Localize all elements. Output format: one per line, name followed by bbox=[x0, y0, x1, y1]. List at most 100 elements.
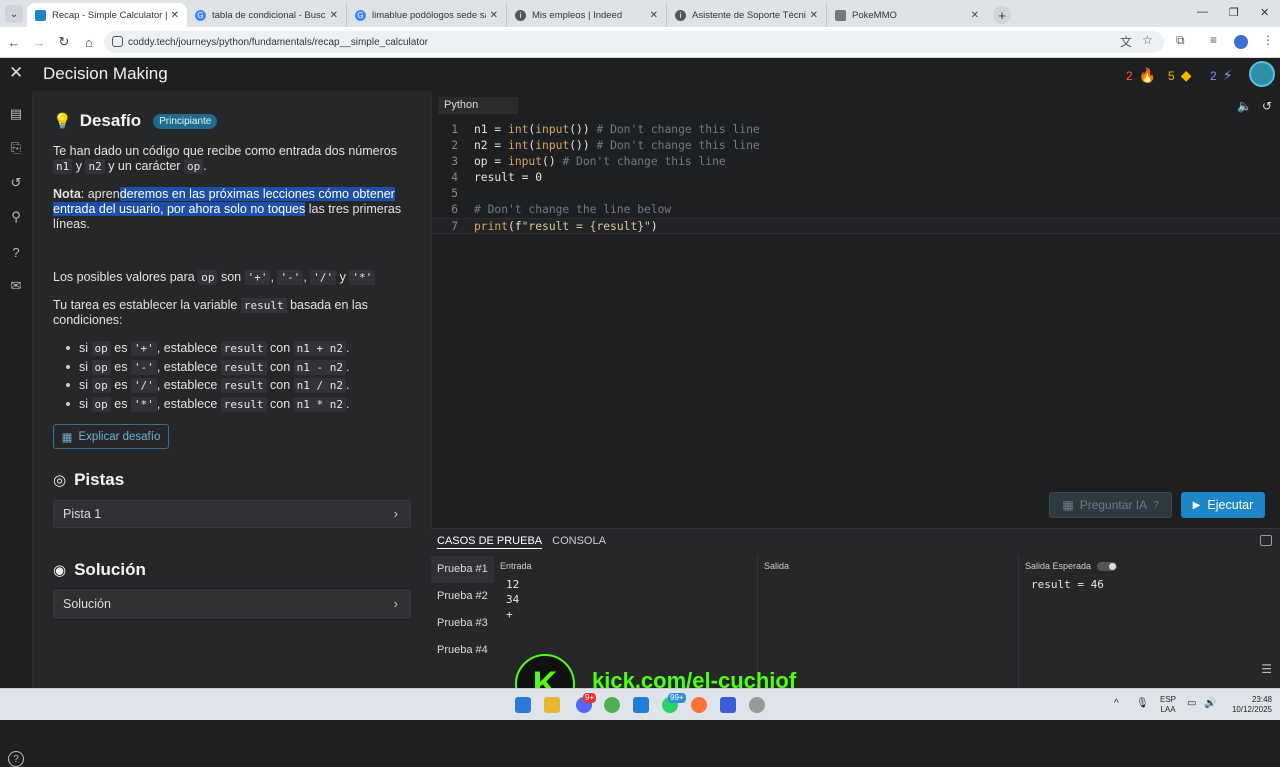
reset-code-icon[interactable]: ↺ bbox=[1262, 99, 1272, 113]
rule-item: si op es '+', establece result con n1 + … bbox=[53, 339, 415, 358]
energy-count: 2 bbox=[1210, 68, 1217, 83]
test-case-item[interactable]: Prueba #1 bbox=[431, 556, 494, 583]
browser-tab-6[interactable]: PokeMMO ✕ bbox=[827, 3, 987, 27]
close-tab-icon[interactable]: ✕ bbox=[971, 10, 979, 21]
address-bar[interactable]: coddy.tech/journeys/python/fundamentals/… bbox=[104, 31, 1164, 53]
list-icon[interactable]: ☰ bbox=[1261, 662, 1272, 676]
code-line[interactable]: 6 # Don't change the line below bbox=[432, 202, 1280, 218]
notes-icon[interactable]: ⎘ bbox=[7, 139, 25, 157]
editor-toolbar: 🔈 ↺ bbox=[1237, 99, 1272, 113]
close-window-icon[interactable]: ✕ bbox=[1260, 6, 1269, 19]
tab-title: limablue podólogos sede san n bbox=[372, 9, 486, 21]
chevron-right-icon: › bbox=[393, 506, 398, 521]
network-icon[interactable]: ▭ bbox=[1187, 699, 1196, 709]
tab-test-cases[interactable]: CASOS DE PRUEBA bbox=[437, 535, 543, 549]
code-line[interactable]: 5 bbox=[432, 186, 1280, 202]
feedback-icon[interactable]: ✉ bbox=[7, 277, 25, 295]
app-icon[interactable] bbox=[720, 697, 736, 713]
test-case-item[interactable]: Prueba #4 bbox=[431, 637, 494, 664]
question-icon: ? bbox=[1153, 499, 1159, 511]
new-tab-icon[interactable]: + bbox=[993, 6, 1011, 24]
clock-date: 10/12/2025 bbox=[1231, 705, 1272, 714]
reading-list-icon[interactable]: ≡ bbox=[1210, 33, 1217, 47]
code-line[interactable]: 1 n1 = int(input()) # Don't change this l… bbox=[432, 122, 1280, 138]
history-icon[interactable]: ↺ bbox=[7, 174, 25, 192]
code-line[interactable]: 4 result = 0 bbox=[432, 170, 1280, 186]
browser-tab-1[interactable]: Recap - Simple Calculator | Pyt ✕ bbox=[27, 3, 187, 27]
rule-con: con bbox=[270, 341, 291, 355]
restore-icon[interactable]: ❐ bbox=[1229, 6, 1239, 19]
streak-stat[interactable]: 2 🔥 bbox=[1126, 67, 1156, 84]
possible-values: Los posibles valores para op son '+', '-… bbox=[53, 270, 415, 285]
rule-op: '+' bbox=[130, 341, 157, 356]
extensions-icon[interactable]: ⧉ bbox=[1176, 33, 1185, 48]
help-icon[interactable]: ? bbox=[8, 751, 24, 767]
firefox-icon[interactable] bbox=[691, 697, 707, 713]
file-explorer-icon[interactable] bbox=[544, 697, 560, 713]
translate-icon[interactable]: 文 bbox=[1120, 33, 1132, 50]
ask-ai-button[interactable]: ▦ Preguntar IA ? bbox=[1049, 492, 1172, 518]
clock[interactable]: 23:48 10/12/2025 bbox=[1222, 695, 1272, 715]
hints-title: Pistas bbox=[74, 470, 125, 489]
help-bubble-icon[interactable]: ? bbox=[7, 243, 25, 261]
forward-icon[interactable]: → bbox=[28, 31, 50, 53]
code-result: result bbox=[240, 298, 287, 313]
browser-tab-3[interactable]: G limablue podólogos sede san n ✕ bbox=[347, 3, 507, 27]
solution-accordion[interactable]: Solución › bbox=[53, 590, 411, 618]
close-tab-icon[interactable]: ✕ bbox=[810, 10, 818, 21]
solution-label: Solución bbox=[63, 597, 111, 611]
tray-chevron-icon[interactable]: ^ bbox=[1114, 699, 1119, 709]
code-op: op bbox=[198, 270, 218, 285]
rule-si: si bbox=[79, 378, 89, 393]
chrome-icon[interactable] bbox=[604, 697, 620, 713]
language-indicator[interactable]: ESP LAA bbox=[1156, 695, 1180, 715]
code-line[interactable]: 3 op = input() # Don't change this line bbox=[432, 154, 1280, 170]
site-info-icon[interactable] bbox=[112, 36, 123, 47]
steam-icon[interactable] bbox=[749, 697, 765, 713]
close-tab-icon[interactable]: ✕ bbox=[171, 10, 179, 21]
gems-stat[interactable]: 5 ◆ bbox=[1168, 67, 1191, 84]
collapse-panel-icon[interactable] bbox=[1260, 535, 1272, 546]
user-avatar[interactable] bbox=[1249, 61, 1275, 87]
intro-end: . bbox=[203, 159, 207, 173]
explain-challenge-button[interactable]: ▦ Explicar desafío bbox=[53, 424, 169, 449]
lang-code: ESP bbox=[1159, 695, 1176, 704]
bookmark-star-icon[interactable]: ☆ bbox=[1142, 33, 1153, 47]
back-icon[interactable]: ← bbox=[3, 31, 25, 53]
test-case-item[interactable]: Prueba #2 bbox=[431, 583, 494, 610]
volume-icon[interactable]: 🔊 bbox=[1204, 699, 1216, 709]
hint-1-accordion[interactable]: Pista 1 › bbox=[53, 500, 411, 528]
browser-menu-icon[interactable]: ⋮ bbox=[1262, 33, 1274, 47]
close-lesson-icon[interactable]: ✕ bbox=[9, 63, 23, 83]
start-icon[interactable] bbox=[515, 697, 531, 713]
microphone-icon[interactable]: 🎙 bbox=[1136, 699, 1149, 709]
browser-tab-bar: ⌄ Recap - Simple Calculator | Pyt ✕ G ta… bbox=[0, 0, 1280, 27]
browser-tab-4[interactable]: i Mis empleos | Indeed ✕ bbox=[507, 3, 667, 27]
profile-avatar-icon[interactable] bbox=[1234, 35, 1248, 49]
code-lines[interactable]: 1 n1 = int(input()) # Don't change this l… bbox=[432, 122, 1280, 234]
tab-console[interactable]: CONSOLA bbox=[552, 535, 606, 549]
energy-stat[interactable]: 2 ⚡ bbox=[1210, 67, 1233, 84]
language-tab[interactable]: Python bbox=[438, 97, 518, 114]
rule-op: '/' bbox=[130, 378, 157, 394]
search-icon[interactable]: ⚲ bbox=[7, 208, 25, 226]
sound-icon[interactable]: 🔈 bbox=[1237, 99, 1252, 113]
code-line-current[interactable]: 7 print(f"result = {result}") bbox=[432, 218, 1280, 234]
close-tab-icon[interactable]: ✕ bbox=[650, 10, 658, 21]
vscode-icon[interactable] bbox=[633, 697, 649, 713]
code-line[interactable]: 2 n2 = int(input()) # Don't change this l… bbox=[432, 138, 1280, 154]
minimize-icon[interactable]: — bbox=[1197, 6, 1208, 18]
reload-icon[interactable]: ↻ bbox=[53, 31, 75, 53]
close-tab-icon[interactable]: ✕ bbox=[490, 10, 498, 21]
browser-tab-2[interactable]: G tabla de condicional - Buscar c ✕ bbox=[187, 3, 347, 27]
solution-heading: ◉ Solución bbox=[53, 560, 146, 580]
code-editor[interactable]: Python 🔈 ↺ 1 n1 = int(input()) # Don't ch… bbox=[431, 91, 1280, 528]
test-case-item[interactable]: Prueba #3 bbox=[431, 610, 494, 637]
browser-tab-5[interactable]: i Asistente de Soporte Técnico - ✕ bbox=[667, 3, 827, 27]
lesson-icon[interactable]: ▤ bbox=[7, 105, 25, 123]
home-icon[interactable]: ⌂ bbox=[78, 31, 100, 53]
tab-search-icon[interactable]: ⌄ bbox=[5, 5, 23, 23]
close-tab-icon[interactable]: ✕ bbox=[330, 10, 338, 21]
run-button[interactable]: ▶ Ejecutar bbox=[1181, 492, 1265, 518]
expected-toggle[interactable] bbox=[1097, 561, 1118, 571]
